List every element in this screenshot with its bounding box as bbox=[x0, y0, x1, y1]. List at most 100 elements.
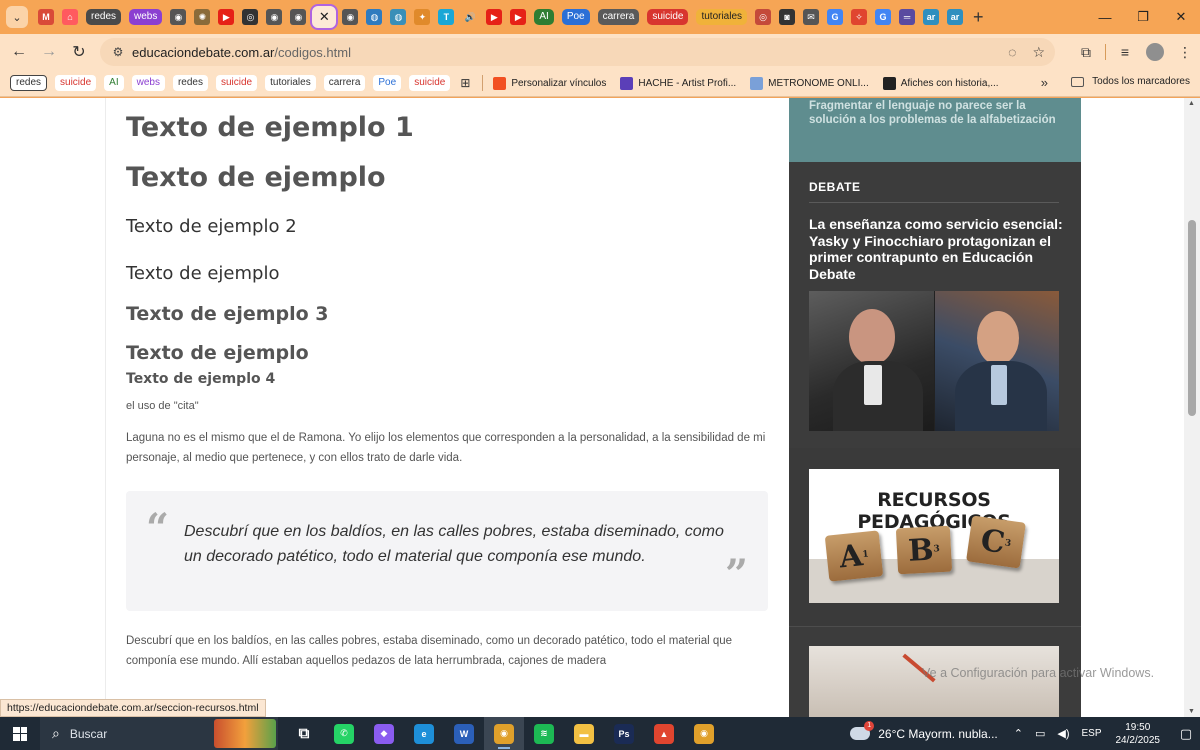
taskbar-app-file-explorer[interactable]: ▬ bbox=[564, 717, 604, 750]
taskbar-app-spotify[interactable]: ≋ bbox=[524, 717, 564, 750]
new-tab-button[interactable]: + bbox=[973, 7, 984, 28]
clock[interactable]: 19:50 24/2/2025 bbox=[1116, 721, 1161, 747]
tab-site[interactable]: ◍ bbox=[386, 4, 410, 30]
tab-youtube[interactable]: ▶ bbox=[482, 4, 506, 30]
tab-site[interactable]: ◙ bbox=[775, 4, 799, 30]
tab-airbnb[interactable]: ⌂ bbox=[58, 4, 82, 30]
bookmark-link[interactable]: HACHE - Artist Profi... bbox=[620, 76, 736, 90]
tab-youtube[interactable]: ▶ bbox=[506, 4, 530, 30]
tab-google[interactable]: G bbox=[871, 4, 895, 30]
tab-site[interactable]: ◍ bbox=[362, 4, 386, 30]
page-scrollbar[interactable]: ▲ ▼ bbox=[1184, 98, 1200, 717]
tab-site[interactable]: ═ bbox=[895, 4, 919, 30]
scroll-up-icon[interactable]: ▲ bbox=[1188, 100, 1195, 107]
weather-widget[interactable]: 1 26°C Mayorm. nubla... bbox=[850, 721, 998, 741]
chevron-up-icon[interactable]: ⌃ bbox=[1014, 727, 1023, 740]
sidebar-teal-text[interactable]: Fragmentar el lenguaje no parece ser la … bbox=[809, 99, 1059, 127]
tab-site[interactable]: ar bbox=[919, 4, 943, 30]
bookmark-folder-suicide[interactable]: suicide bbox=[215, 75, 258, 91]
bookmark-folder-ai[interactable]: AI bbox=[104, 75, 124, 91]
tab-tutoriales[interactable]: tutoriales bbox=[692, 4, 751, 30]
tab-webs[interactable]: webs bbox=[125, 4, 166, 30]
restore-button[interactable]: ❐ bbox=[1124, 0, 1162, 34]
tab-site[interactable]: ◉ bbox=[338, 4, 362, 30]
extensions-icon[interactable]: ⧉ bbox=[1071, 44, 1101, 61]
media-icon[interactable]: ≡ bbox=[1110, 44, 1140, 60]
profile-button[interactable] bbox=[1140, 43, 1170, 61]
tab-site[interactable]: ◉ bbox=[262, 4, 286, 30]
taskbar-app-whatsapp[interactable]: ✆ bbox=[324, 717, 364, 750]
tab-site[interactable]: ✧ bbox=[847, 4, 871, 30]
url-text[interactable]: educaciondebate.com.ar/codigos.html bbox=[132, 45, 351, 60]
tab-ai[interactable]: AI bbox=[530, 4, 557, 30]
tab-site[interactable]: ✺ bbox=[190, 4, 214, 30]
bookmark-folder-poe[interactable]: Poe bbox=[373, 75, 402, 91]
article-headline-link[interactable]: La enseñanza como servicio esencial: Yas… bbox=[809, 216, 1064, 282]
tab-google[interactable]: G bbox=[823, 4, 847, 30]
bookmark-folder-carrera[interactable]: carrera bbox=[323, 75, 366, 91]
taskbar-app-chrome[interactable]: ◉ bbox=[484, 717, 524, 750]
article-photo[interactable] bbox=[809, 291, 1059, 431]
taskbar-app-chrome[interactable]: ◉ bbox=[684, 717, 724, 750]
eye-off-icon[interactable]: ◌ bbox=[1008, 44, 1016, 60]
tab-search-button[interactable]: ⌄ bbox=[6, 6, 28, 28]
taskbar-app-photoshop[interactable]: Ps bbox=[604, 717, 644, 750]
address-bar[interactable]: ⚙ educaciondebate.com.ar/codigos.html ◌ … bbox=[100, 38, 1055, 66]
tab-site[interactable]: ◉ bbox=[166, 4, 190, 30]
network-icon[interactable]: ▭ bbox=[1035, 727, 1045, 740]
tune-icon: ⚙ bbox=[112, 45, 124, 59]
tab-codigos[interactable]: ✕ bbox=[310, 4, 339, 30]
star-icon[interactable]: ☆ bbox=[1032, 44, 1045, 61]
bookmark-link[interactable]: Afiches con historia,... bbox=[882, 76, 999, 90]
bookmark-folder-tutoriales[interactable]: tutoriales bbox=[265, 75, 316, 91]
tab-redes[interactable]: redes bbox=[82, 4, 125, 30]
tab-site[interactable]: T bbox=[434, 4, 458, 30]
sidebar-teal-card[interactable]: Fragmentar el lenguaje no parece ser la … bbox=[789, 98, 1081, 162]
taskbar-app-edge[interactable]: e bbox=[404, 717, 444, 750]
start-button[interactable] bbox=[0, 717, 40, 750]
all-bookmarks-button[interactable]: Todos los marcadores bbox=[1071, 76, 1190, 87]
tab-site[interactable]: ◎ bbox=[751, 4, 775, 30]
status-bubble: https://educaciondebate.com.ar/seccion-r… bbox=[0, 699, 266, 717]
forward-button[interactable]: → bbox=[34, 37, 64, 67]
tab-carrera[interactable]: carrera bbox=[594, 4, 644, 30]
tab-gmail[interactable]: M bbox=[34, 4, 58, 30]
close-window-button[interactable]: ✕ bbox=[1162, 0, 1200, 34]
tab-mail[interactable]: ✉ bbox=[799, 4, 823, 30]
notification-icon[interactable]: ▢ bbox=[1172, 726, 1200, 742]
bookmark-folder-suicide[interactable]: suicide bbox=[55, 75, 97, 91]
tab-poe[interactable]: Poe bbox=[558, 4, 594, 30]
tab-site[interactable]: ar bbox=[943, 4, 967, 30]
minimize-button[interactable]: — bbox=[1086, 0, 1124, 34]
scrollbar-thumb[interactable] bbox=[1188, 220, 1196, 416]
tab-audio[interactable]: 🔊 bbox=[458, 4, 482, 30]
language-indicator[interactable]: ESP bbox=[1081, 728, 1101, 739]
taskbar-app-word[interactable]: W bbox=[444, 717, 484, 750]
bookmark-folder-redes[interactable]: redes bbox=[10, 75, 48, 91]
resources-banner[interactable]: RECURSOS PEDAGÓGICOS A1B3C3 bbox=[809, 469, 1059, 603]
scroll-down-icon[interactable]: ▼ bbox=[1188, 708, 1195, 715]
volume-icon[interactable]: ◀) bbox=[1057, 727, 1069, 740]
site-info-button[interactable]: ⚙ bbox=[104, 45, 132, 59]
taskbar-app-brave[interactable]: ▲ bbox=[644, 717, 684, 750]
tab-suicide[interactable]: suicide bbox=[643, 4, 692, 30]
tab-site[interactable]: ◉ bbox=[286, 4, 310, 30]
bookmark-folder-redes[interactable]: redes bbox=[172, 75, 208, 91]
article-thumbnail[interactable] bbox=[809, 646, 1059, 717]
tab-site[interactable]: ✦ bbox=[410, 4, 434, 30]
tab-youtube[interactable]: ▶ bbox=[214, 4, 238, 30]
taskbar-app-copilot[interactable]: ◆ bbox=[364, 717, 404, 750]
taskbar-search[interactable]: ⌕ Buscar bbox=[40, 717, 278, 750]
back-button[interactable]: ← bbox=[4, 37, 34, 67]
menu-icon[interactable]: ⋮ bbox=[1170, 44, 1200, 61]
reload-button[interactable]: ↻ bbox=[64, 37, 94, 67]
more-bookmarks-icon[interactable]: » bbox=[1041, 75, 1048, 90]
bookmark-folder-webs[interactable]: webs bbox=[131, 75, 165, 91]
tab-site[interactable]: ◎ bbox=[238, 4, 262, 30]
apps-grid-icon[interactable]: ⊞ bbox=[460, 76, 474, 90]
bookmark-folder-suicide[interactable]: suicide bbox=[409, 75, 451, 91]
taskbar-app-task-view[interactable]: ⧉ bbox=[284, 717, 324, 750]
close-tab-icon[interactable]: ✕ bbox=[319, 9, 330, 25]
bookmark-link[interactable]: Personalizar vínculos bbox=[493, 76, 606, 90]
bookmark-link[interactable]: METRONOME ONLI... bbox=[750, 76, 869, 90]
